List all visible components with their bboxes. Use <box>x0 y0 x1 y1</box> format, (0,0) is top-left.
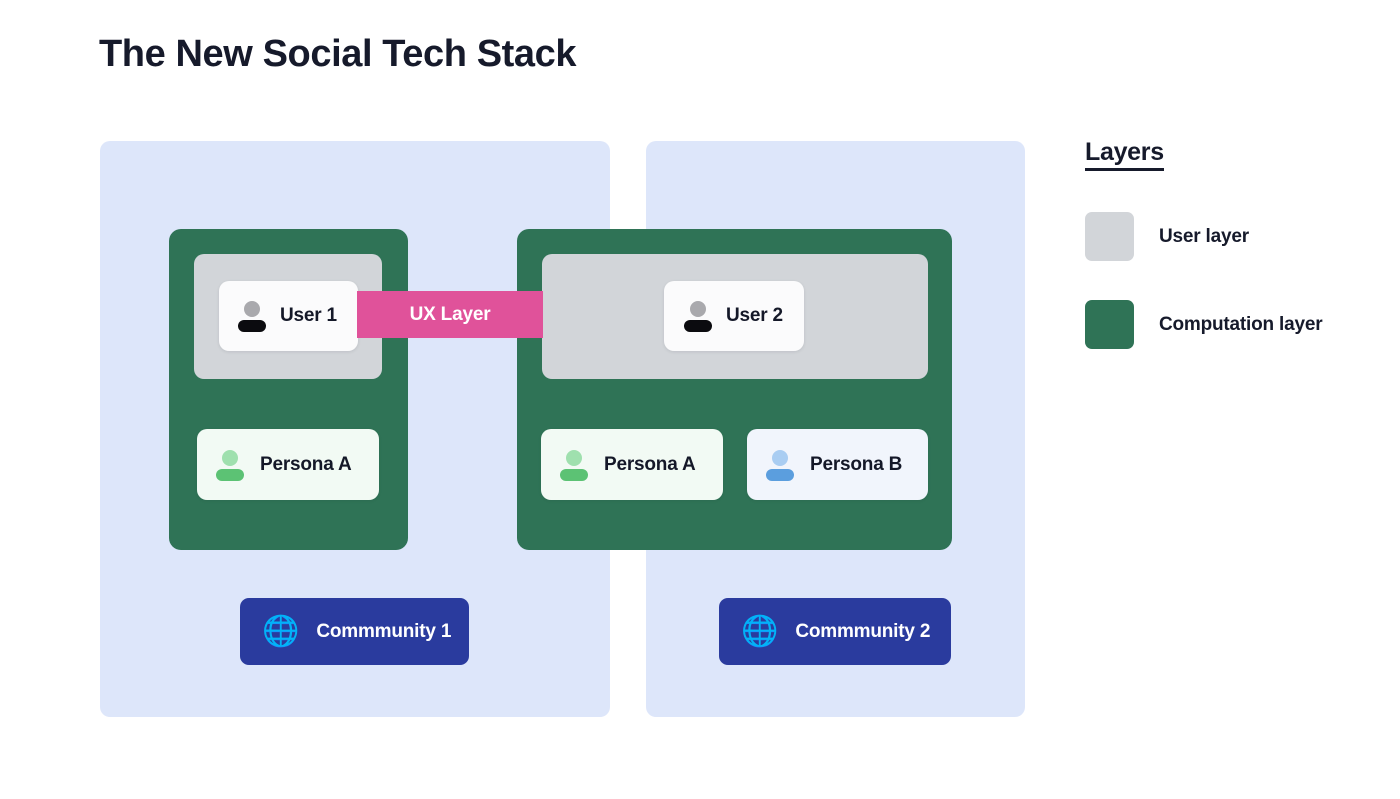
user-card-1[interactable]: User 1 <box>219 281 358 351</box>
person-head <box>690 301 706 317</box>
legend-item-user-layer: User layer <box>1085 212 1249 261</box>
legend-label-computation-layer: Computation layer <box>1159 313 1323 335</box>
person-body <box>216 468 244 481</box>
legend-title: Layers <box>1085 138 1164 171</box>
person-icon <box>216 449 244 481</box>
community-button-1[interactable]: 🌐 Commmunity 1 <box>240 598 469 665</box>
person-head <box>244 301 260 317</box>
user-card-2[interactable]: User 2 <box>664 281 804 351</box>
person-head <box>566 449 582 466</box>
persona-card-a-1[interactable]: Persona A <box>197 429 379 500</box>
person-body <box>238 320 266 332</box>
community-button-label: Commmunity 2 <box>795 620 931 642</box>
ux-layer-label: UX Layer <box>409 303 491 325</box>
persona-card-b[interactable]: Persona B <box>747 429 928 500</box>
persona-card-label: Persona A <box>604 453 696 475</box>
ux-layer-connector: UX Layer <box>357 291 543 338</box>
persona-card-label: Persona A <box>260 453 352 475</box>
person-body <box>560 468 588 481</box>
person-head <box>222 449 238 466</box>
legend-swatch-user-layer <box>1085 212 1134 261</box>
community-button-2[interactable]: 🌐 Commmunity 2 <box>719 598 951 665</box>
legend-swatch-computation-layer <box>1085 300 1134 349</box>
globe-with-people-icon: 🌐 <box>741 614 779 648</box>
person-icon <box>560 449 588 481</box>
community-button-label: Commmunity 1 <box>316 620 452 642</box>
person-icon <box>684 301 712 332</box>
person-body <box>766 468 794 481</box>
legend-item-computation-layer: Computation layer <box>1085 300 1323 349</box>
persona-card-a-2[interactable]: Persona A <box>541 429 723 500</box>
person-icon <box>766 449 794 481</box>
legend-label-user-layer: User layer <box>1159 225 1249 247</box>
globe-with-people-icon: 🌐 <box>262 614 300 648</box>
person-icon <box>238 301 266 332</box>
user-card-label: User 1 <box>280 305 337 326</box>
page-title: The New Social Tech Stack <box>99 33 577 75</box>
person-head <box>772 449 788 466</box>
legend: Layers User layer Computation layer <box>1085 138 1323 349</box>
persona-card-label: Persona B <box>810 453 903 475</box>
user-card-label: User 2 <box>726 305 783 326</box>
person-body <box>684 320 712 332</box>
